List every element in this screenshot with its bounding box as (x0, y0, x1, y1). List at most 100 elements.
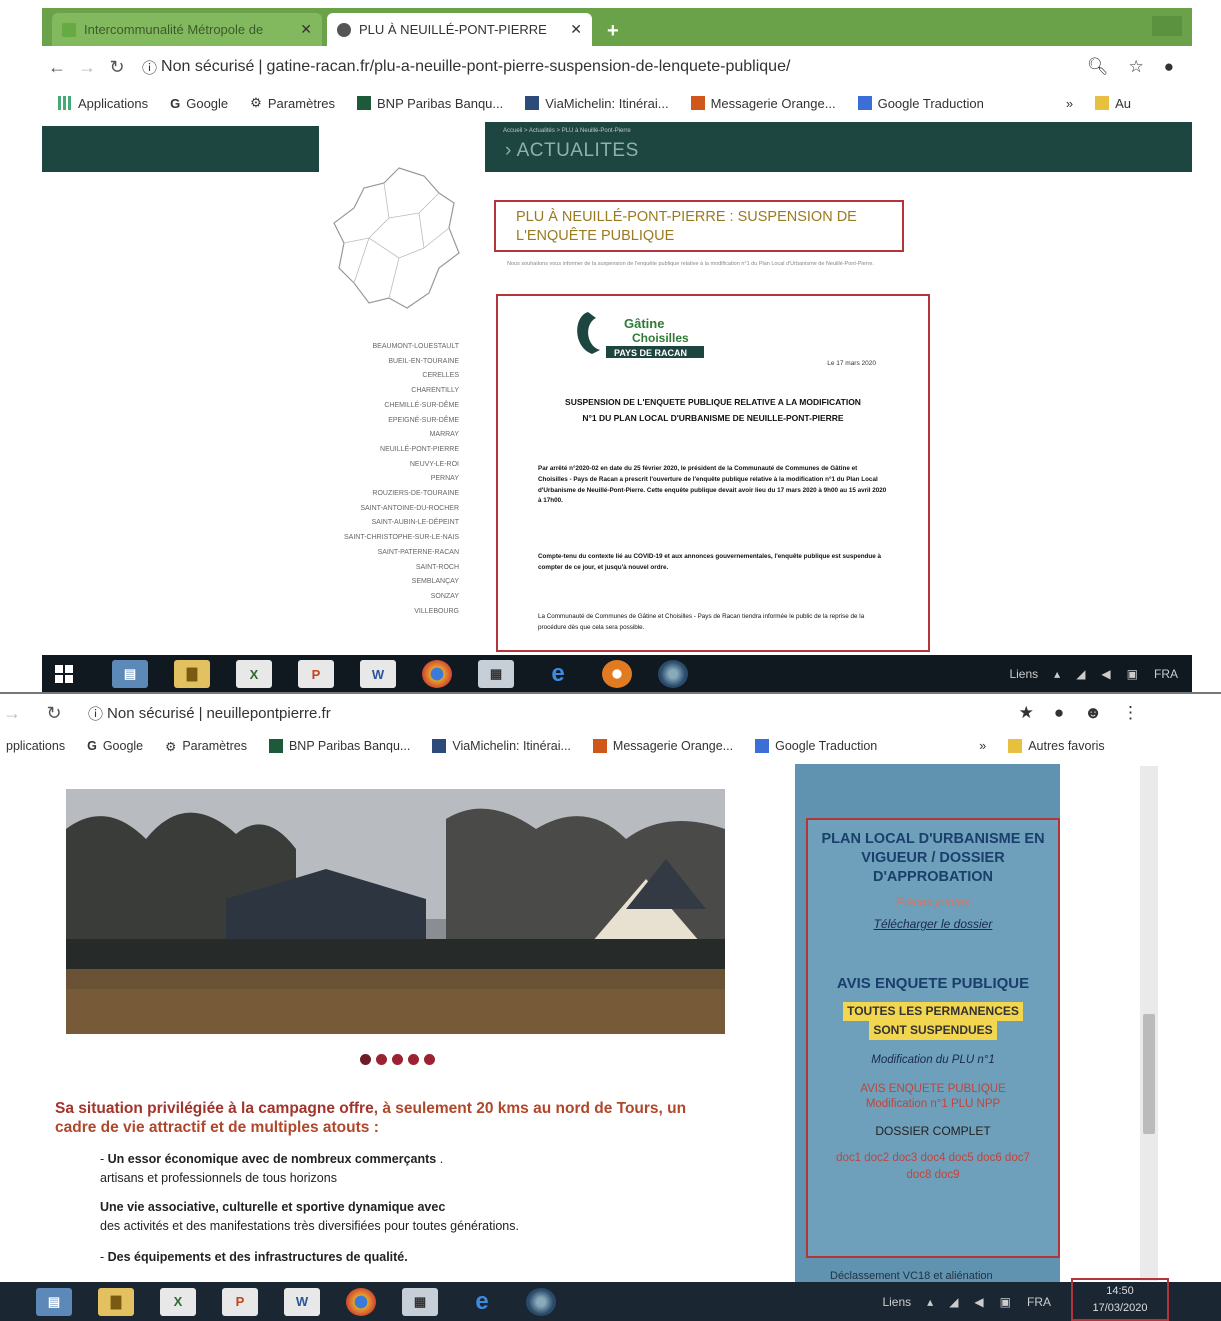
close-icon[interactable]: ✕ (300, 21, 312, 38)
carousel-dot[interactable] (408, 1054, 419, 1065)
commune-link[interactable]: SAINT-ANTOINE-DU-ROCHER (329, 502, 459, 517)
network-icon[interactable]: ◢ (1076, 667, 1085, 681)
bookmark-applications[interactable]: Applications (58, 96, 148, 111)
bookmark-google[interactable]: G Google (170, 96, 228, 111)
extension-icon[interactable]: ● (1164, 57, 1174, 77)
star-icon[interactable]: ☆ (1128, 57, 1143, 77)
bookmark-folder[interactable]: Autres favoris (1008, 739, 1105, 753)
reload-icon[interactable]: ↻ (42, 703, 66, 724)
internet-explorer-icon[interactable]: e (464, 1288, 500, 1316)
avis-link[interactable]: AVIS ENQUETE PUBLIQUE Modification n°1 PL… (808, 1082, 1058, 1112)
commune-link[interactable]: PERNAY (329, 472, 459, 487)
window-controls[interactable] (1152, 16, 1182, 36)
commune-link[interactable]: CHEMILLÉ-SUR-DÊME (329, 399, 459, 414)
chrome-icon[interactable] (422, 660, 452, 688)
commune-link[interactable]: SAINT-CHRISTOPHE-SUR-LE-NAIS (329, 531, 459, 546)
bookmark-parametres[interactable]: ⚙ Paramètres (250, 95, 335, 111)
commune-link[interactable]: NEUVY-LE-ROI (329, 458, 459, 473)
commune-link[interactable]: SAINT-ROCH (329, 561, 459, 576)
zoom-icon[interactable]: 🔍︎ (1087, 57, 1109, 77)
new-tab-icon[interactable]: + (607, 20, 619, 43)
language-indicator[interactable]: FRA (1154, 667, 1178, 681)
close-icon[interactable]: ✕ (570, 21, 582, 38)
internet-explorer-icon[interactable]: e (540, 660, 576, 688)
folder-icon[interactable]: ▇ (98, 1287, 134, 1316)
menu-icon[interactable]: ⋮ (1122, 703, 1139, 723)
excel-icon[interactable]: X (160, 1287, 196, 1316)
extension-icon[interactable]: ● (1054, 703, 1064, 723)
bookmark-parametres[interactable]: ⚙ Paramètres (165, 739, 247, 754)
word-icon[interactable]: W (360, 660, 396, 688)
carousel-dot[interactable] (424, 1054, 435, 1065)
clock[interactable]: 14:50 17/03/2020 (1071, 1278, 1169, 1321)
bookmark-viamichelin[interactable]: ViaMichelin: Itinérai... (432, 739, 571, 753)
info-icon[interactable]: ⓘ (142, 57, 157, 78)
volume-icon[interactable]: ◀ (974, 1295, 983, 1309)
carousel-dot[interactable] (392, 1054, 403, 1065)
bookmark-orange[interactable]: Messagerie Orange... (592, 739, 733, 753)
chevron-up-icon[interactable]: ▴ (927, 1295, 933, 1309)
post-title[interactable]: PLU À NEUILLÉ-PONT-PIERRE : SUSPENSION D… (494, 200, 904, 252)
village-photo[interactable] (66, 789, 725, 1034)
info-icon[interactable]: ⓘ (88, 703, 103, 724)
commune-link[interactable]: CERELLES (329, 369, 459, 384)
commune-link[interactable]: MARRAY (329, 428, 459, 443)
globe-icon[interactable] (658, 660, 688, 688)
commune-link[interactable]: SONZAY (329, 590, 459, 605)
url-input[interactable]: neuillepontpierre.fr (206, 705, 330, 722)
globe-icon[interactable] (526, 1287, 556, 1316)
network-icon[interactable]: ◢ (949, 1295, 958, 1309)
tab-plu-neuille[interactable]: PLU À NEUILLÉ-PONT-PIERRE ✕ (327, 13, 592, 46)
commune-link[interactable]: VILLEBOURG (329, 605, 459, 620)
tab-intercommunalite[interactable]: Intercommunalité Métropole de ✕ (52, 13, 322, 46)
commune-link[interactable]: SEMBLANÇAY (329, 575, 459, 590)
calculator-icon[interactable]: ▦ (478, 660, 514, 688)
bookmark-bnp[interactable]: BNP Paribas Banqu... (268, 739, 410, 753)
bookmark-folder[interactable]: Au (1095, 96, 1131, 111)
profile-icon[interactable]: ☻ (1084, 703, 1102, 723)
commune-link[interactable]: NEUILLÉ-PONT-PIERRE (329, 443, 459, 458)
carousel-dot[interactable] (376, 1054, 387, 1065)
bookmark-translate[interactable]: Google Traduction (755, 739, 877, 753)
folder-icon[interactable]: ▇ (174, 660, 210, 688)
declassement-link[interactable]: Déclassement VC18 et aliénation (830, 1270, 993, 1282)
firefox-icon[interactable] (602, 660, 632, 688)
chrome-icon[interactable] (346, 1287, 376, 1316)
commune-link[interactable]: BEAUMONT-LOUESTAULT (329, 340, 459, 355)
language-indicator[interactable]: FRA (1027, 1295, 1051, 1309)
volume-icon[interactable]: ◀ (1101, 667, 1110, 681)
windows-start-icon[interactable] (42, 655, 86, 692)
download-dossier-link[interactable]: Télécharger le dossier (808, 917, 1058, 931)
word-icon[interactable]: W (284, 1287, 320, 1316)
explorer-icon[interactable]: ▤ (36, 1287, 72, 1316)
document-links[interactable]: doc1 doc2 doc3 doc4 doc5 doc6 doc7 doc8 … (808, 1150, 1058, 1184)
commune-link[interactable]: SAINT-AUBIN-LE-DÉPEINT (329, 516, 459, 531)
commune-link[interactable]: CHARENTILLY (329, 384, 459, 399)
excel-icon[interactable]: X (236, 660, 272, 688)
commune-link[interactable]: BUEIL-EN-TOURAINE (329, 355, 459, 370)
powerpoint-icon[interactable]: P (222, 1287, 258, 1316)
tray-links[interactable]: Liens (1009, 667, 1038, 681)
explorer-icon[interactable]: ▤ (112, 660, 148, 688)
back-icon[interactable]: ← (42, 57, 72, 78)
chevron-up-icon[interactable]: ▴ (1054, 667, 1060, 681)
bookmark-applications[interactable]: pplications (6, 739, 65, 753)
bookmark-google[interactable]: G Google (87, 739, 143, 753)
star-icon[interactable]: ★ (1019, 703, 1034, 723)
calculator-icon[interactable]: ▦ (402, 1287, 438, 1316)
bookmark-bnp[interactable]: BNP Paribas Banqu... (357, 96, 503, 111)
carousel-dot[interactable] (360, 1054, 371, 1065)
forward-icon[interactable]: → (0, 703, 24, 724)
notification-icon[interactable]: ▣ (1127, 667, 1138, 681)
commune-link[interactable]: EPEIGNÉ-SUR-DÊME (329, 414, 459, 429)
commune-link[interactable]: SAINT-PATERNE-RACAN (329, 546, 459, 561)
powerpoint-icon[interactable]: P (298, 660, 334, 688)
bookmark-more[interactable]: » (979, 739, 986, 753)
url-input[interactable]: gatine-racan.fr/plu-a-neuille-pont-pierr… (267, 58, 791, 76)
forward-icon[interactable]: → (72, 57, 102, 78)
notification-icon[interactable]: ▣ (1000, 1295, 1011, 1309)
scrollbar-thumb[interactable] (1143, 1014, 1155, 1134)
attachments-link[interactable]: Pièces jointes (808, 895, 1058, 909)
tray-links[interactable]: Liens (882, 1295, 911, 1309)
reload-icon[interactable]: ↻ (102, 57, 132, 78)
